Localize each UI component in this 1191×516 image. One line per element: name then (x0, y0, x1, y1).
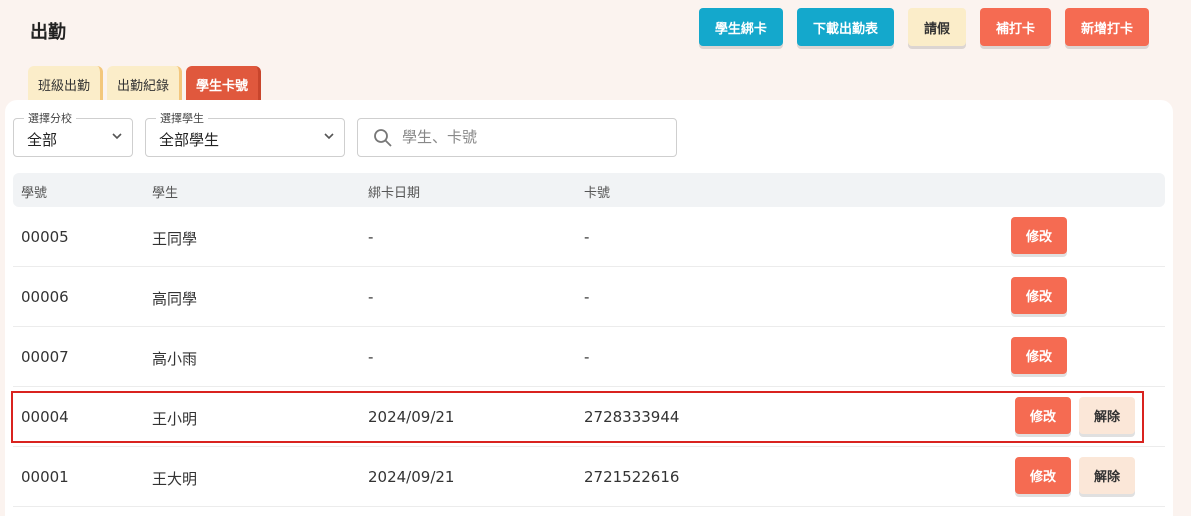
cell-student-id: 00007 (21, 348, 69, 366)
page-title: 出勤 (30, 22, 66, 43)
header-bind-date: 綁卡日期 (368, 186, 421, 201)
cell-bind-date: 2024/09/21 (368, 408, 455, 426)
tab-bar: 班級出勤 出勤紀錄 學生卡號 (28, 66, 262, 102)
branch-select[interactable]: 選擇分校 全部 (13, 110, 133, 157)
bind-card-button[interactable]: 學生綁卡 (698, 8, 783, 46)
action-bar: 學生綁卡 下載出勤表 請假 補打卡 新增打卡 (698, 8, 1149, 46)
main-card: 選擇分校 全部 選擇學生 全部學生 學號 學生 綁卡日期 卡號 00005 王同… (5, 100, 1173, 516)
student-select[interactable]: 選擇學生 全部學生 (145, 110, 345, 157)
search-input[interactable] (402, 126, 662, 148)
cell-student-id: 00006 (21, 288, 69, 306)
edit-button[interactable]: 修改 (1014, 457, 1071, 494)
table-row: 00004 王小明 2024/09/21 2728333944 修改 解除 (13, 387, 1165, 447)
table-row: 00005 王同學 - - 修改 (13, 207, 1165, 267)
chevron-down-icon (324, 133, 334, 140)
header-student-id: 學號 (21, 186, 48, 201)
cell-student-name: 高同學 (152, 290, 198, 308)
student-select-value: 全部學生 (159, 131, 220, 149)
chevron-down-icon (112, 133, 122, 140)
cell-student-id: 00004 (21, 408, 69, 426)
cell-bind-date: - (368, 348, 374, 366)
search-box (357, 118, 677, 157)
make-up-punch-button[interactable]: 補打卡 (979, 8, 1051, 46)
cell-student-name: 高小雨 (152, 350, 198, 368)
header-student: 學生 (152, 186, 179, 201)
unbind-button[interactable]: 解除 (1078, 397, 1135, 434)
cell-bind-date: 2024/09/21 (368, 468, 455, 486)
cell-student-name: 王小明 (152, 410, 198, 428)
tab-attendance-records[interactable]: 出勤紀錄 (107, 66, 183, 102)
add-punch-button[interactable]: 新增打卡 (1064, 8, 1149, 46)
branch-select-value: 全部 (27, 131, 58, 149)
edit-button[interactable]: 修改 (1010, 277, 1067, 314)
cell-bind-date: - (368, 288, 374, 306)
tab-class-attendance[interactable]: 班級出勤 (28, 66, 104, 102)
cell-card-number: 2728333944 (584, 408, 680, 426)
cell-card-number: - (584, 228, 590, 246)
cell-card-number: 2721522616 (584, 468, 680, 486)
cell-student-name: 王同學 (152, 230, 198, 248)
header-card-number: 卡號 (584, 186, 611, 201)
table-row: 00007 高小雨 - - 修改 (13, 327, 1165, 387)
edit-button[interactable]: 修改 (1010, 217, 1067, 254)
branch-select-label: 選擇分校 (24, 110, 76, 126)
student-select-label: 選擇學生 (156, 110, 208, 126)
download-attendance-button[interactable]: 下載出勤表 (796, 8, 894, 46)
cell-card-number: - (584, 348, 590, 366)
leave-button[interactable]: 請假 (907, 8, 966, 46)
edit-button[interactable]: 修改 (1010, 337, 1067, 374)
cell-student-id: 00001 (21, 468, 69, 486)
tab-student-card[interactable]: 學生卡號 (186, 66, 262, 102)
cell-student-id: 00005 (21, 228, 69, 246)
table-row: 00001 王大明 2024/09/21 2721522616 修改 解除 (13, 447, 1165, 507)
cell-card-number: - (584, 288, 590, 306)
cell-student-name: 王大明 (152, 470, 198, 488)
edit-button[interactable]: 修改 (1014, 397, 1071, 434)
cell-bind-date: - (368, 228, 374, 246)
unbind-button[interactable]: 解除 (1078, 457, 1135, 494)
table-header: 學號 學生 綁卡日期 卡號 (13, 173, 1165, 207)
table-row: 00006 高同學 - - 修改 (13, 267, 1165, 327)
search-icon (374, 129, 392, 147)
